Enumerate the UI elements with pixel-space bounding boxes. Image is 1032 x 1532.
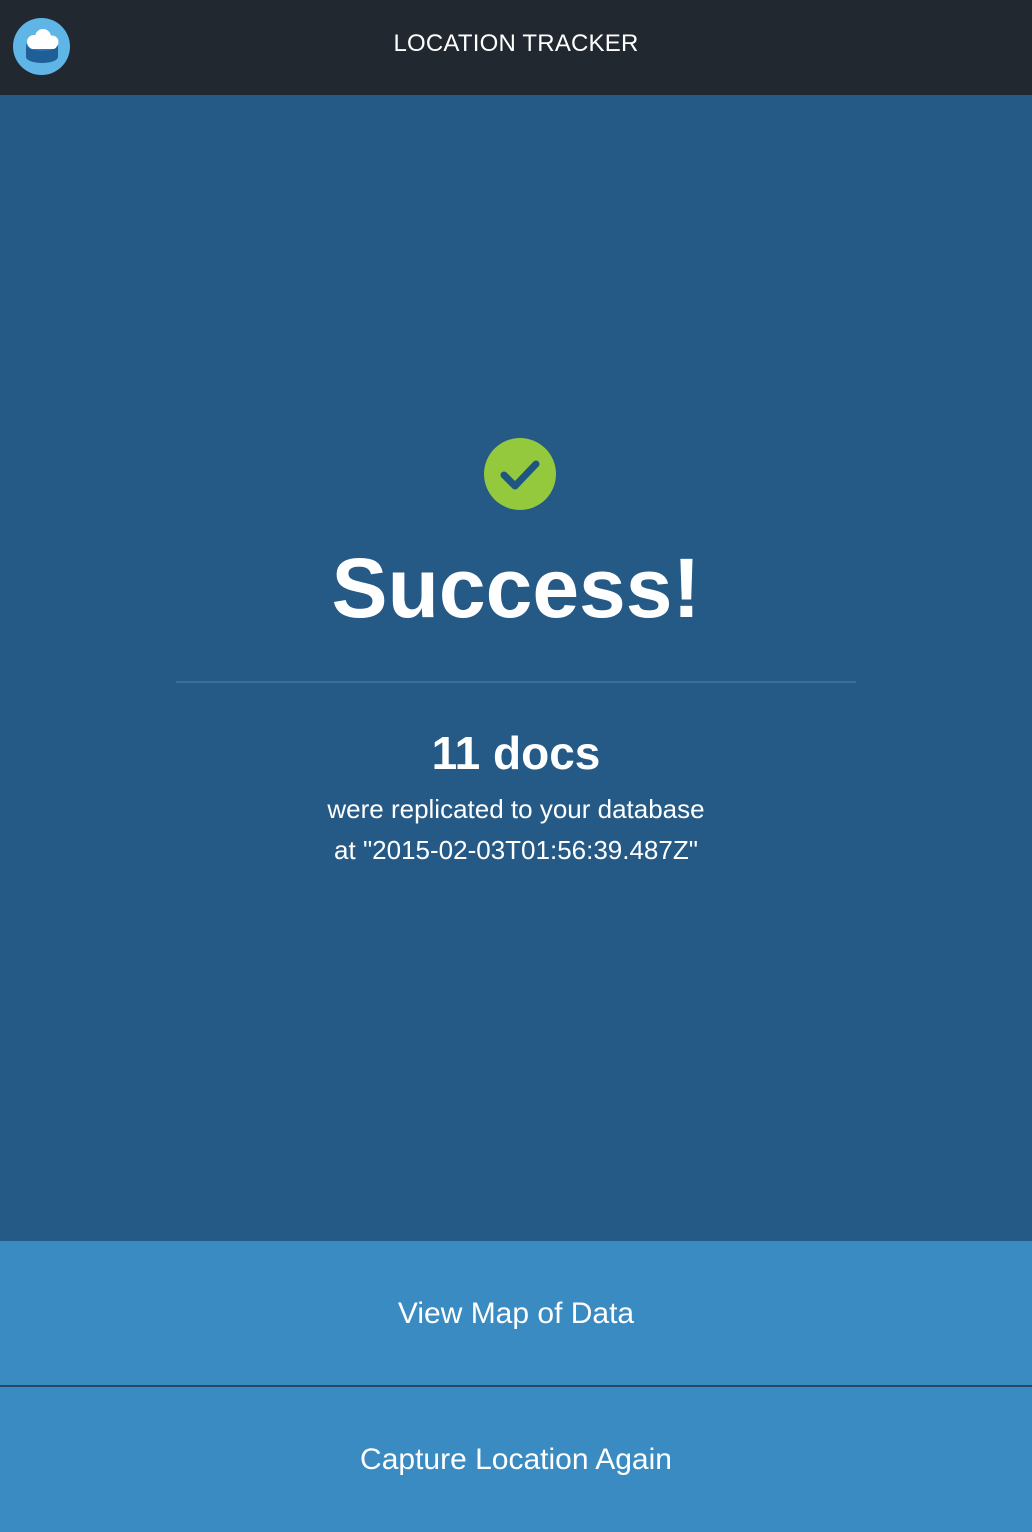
success-panel: Success! 11 docs were replicated to your… (0, 95, 1032, 1241)
checkmark-circle-icon (483, 437, 557, 511)
replication-timestamp: at "2015-02-03T01:56:39.487Z" (334, 835, 698, 865)
replication-message: were replicated to your database (327, 794, 705, 824)
view-map-button-label: View Map of Data (397, 1296, 635, 1330)
doc-count: 11 docs (431, 727, 601, 779)
divider (176, 681, 856, 683)
app-title: LOCATION TRACKER (393, 30, 639, 57)
capture-location-again-button[interactable]: Capture Location Again (0, 1387, 1032, 1532)
success-headline: Success! (331, 541, 701, 635)
app-root: LOCATION TRACKER Success! 11 docs were r… (0, 0, 1032, 1532)
capture-location-again-button-label: Capture Location Again (360, 1442, 672, 1476)
app-header: LOCATION TRACKER (0, 0, 1032, 95)
view-map-button[interactable]: View Map of Data (0, 1241, 1032, 1386)
